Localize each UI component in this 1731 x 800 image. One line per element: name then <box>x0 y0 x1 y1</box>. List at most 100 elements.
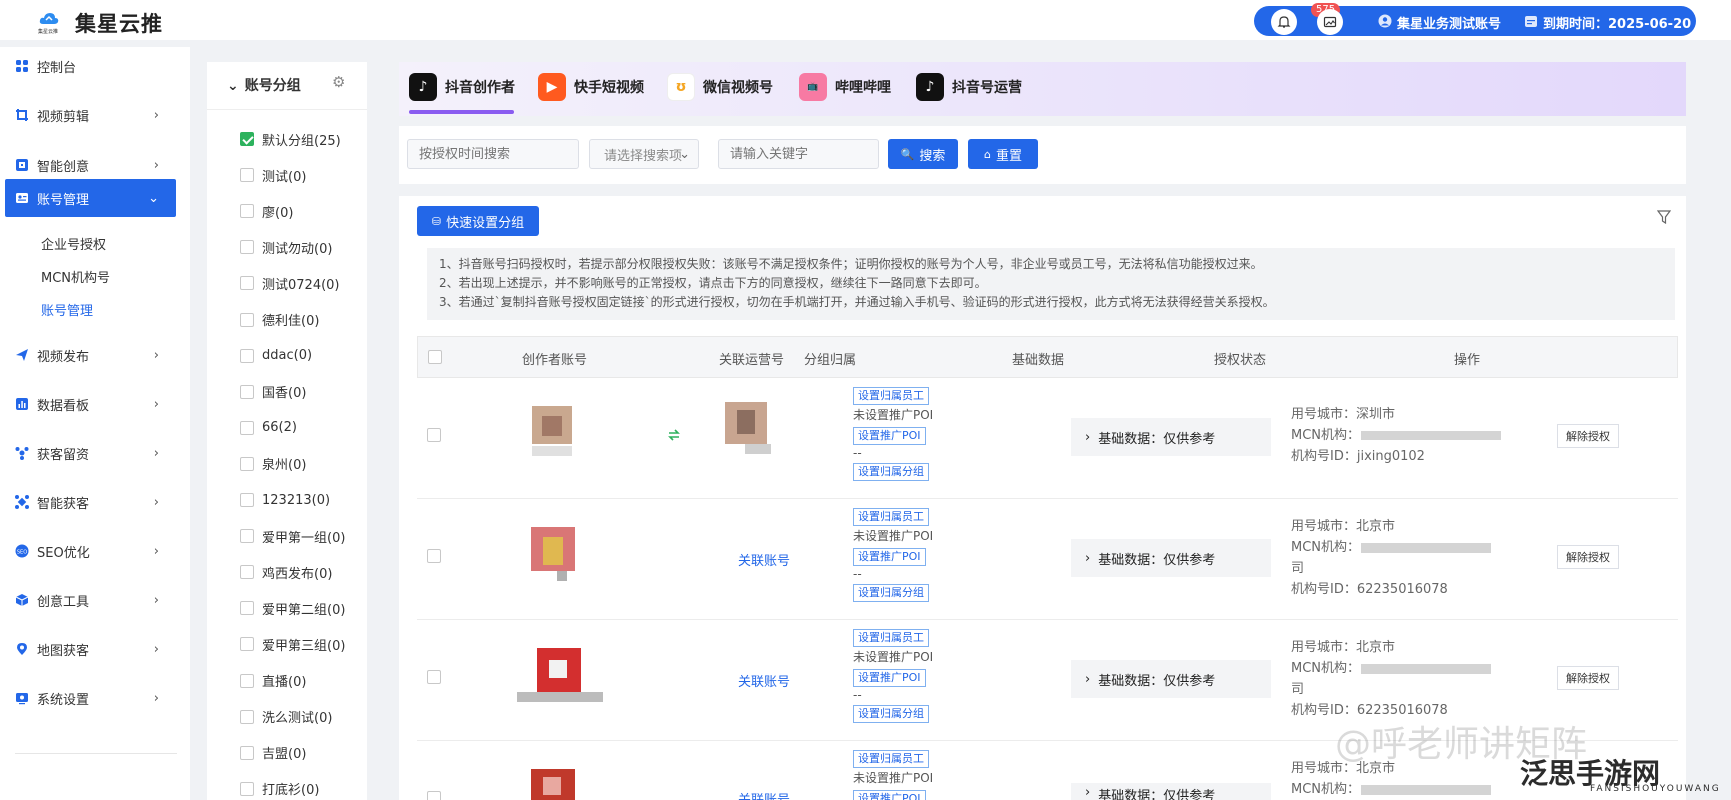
sidebar-item-lead-capture[interactable]: 获客留资 › <box>5 434 176 472</box>
set-group-button[interactable]: 设置归属分组 <box>853 584 929 602</box>
group-item[interactable]: 德利佳(0) <box>240 310 319 330</box>
row-checkbox[interactable] <box>427 549 441 563</box>
group-item[interactable]: 66(2) <box>240 418 297 438</box>
group-item[interactable]: 测试(0) <box>240 165 306 185</box>
group-checkbox[interactable] <box>240 240 254 255</box>
group-item[interactable]: 测试0724(0) <box>240 273 340 293</box>
group-item[interactable]: 鸡西发布(0) <box>240 562 332 582</box>
gear-icon[interactable]: ⚙ <box>332 73 345 91</box>
group-checkbox[interactable] <box>240 529 254 544</box>
notification-button[interactable]: 575 <box>1271 3 1341 35</box>
group-item[interactable]: 123213(0) <box>240 490 330 510</box>
group-checkbox[interactable] <box>240 709 254 724</box>
group-checkbox[interactable] <box>240 312 254 327</box>
search-button[interactable]: 🔍 搜索 <box>888 139 958 169</box>
group-item[interactable]: 国香(0) <box>240 382 306 402</box>
sidebar-subitem-account-management[interactable]: 账号管理 <box>41 300 93 319</box>
group-checkbox[interactable] <box>240 384 254 399</box>
group-checkbox[interactable] <box>240 348 254 363</box>
group-checkbox[interactable] <box>240 745 254 760</box>
group-checkbox[interactable] <box>240 781 254 796</box>
keyword-search-input[interactable] <box>718 139 879 169</box>
group-item[interactable]: 打底衫(0) <box>240 779 319 799</box>
group-checkbox[interactable] <box>240 276 254 291</box>
auth-time-search-input[interactable] <box>407 139 579 169</box>
group-checkbox[interactable] <box>240 456 254 471</box>
group-item[interactable]: 爱甲第二组(0) <box>240 598 345 618</box>
set-staff-button[interactable]: 设置归属员工 <box>853 629 929 647</box>
tab-kuaishou[interactable]: ▶ 快手短视频 <box>538 72 644 102</box>
group-checkbox[interactable] <box>240 565 254 580</box>
basic-data-toggle[interactable]: › 基础数据：仅供参考 <box>1071 418 1271 456</box>
quick-set-group-button[interactable]: ⛁ 快速设置分组 <box>417 206 539 236</box>
sidebar-item-video-publish[interactable]: 视频发布 › <box>5 336 176 374</box>
group-item[interactable]: 爱甲第一组(0) <box>240 526 345 546</box>
group-label: 直播(0) <box>262 675 307 690</box>
set-poi-button[interactable]: 设置推广POI <box>853 427 926 445</box>
calendar-icon <box>1525 16 1537 27</box>
sidebar-item-dashboard[interactable]: 控制台 <box>5 47 176 85</box>
sidebar-item-creative-tools[interactable]: 创意工具 › <box>5 581 176 619</box>
tab-douyin-creator[interactable]: ♪ 抖音创作者 <box>409 72 515 102</box>
sidebar-item-seo[interactable]: SEO SEO优化 › <box>5 532 176 570</box>
sidebar-item-smart-acquisition[interactable]: 智能获客 › <box>5 483 176 521</box>
row-checkbox[interactable] <box>427 428 441 442</box>
group-checkbox[interactable] <box>240 168 254 183</box>
filter-icon[interactable] <box>1657 210 1671 224</box>
sidebar-item-data-board[interactable]: 数据看板 › <box>5 385 176 423</box>
group-panel-header[interactable]: ⌄ 账号分组 <box>227 75 301 95</box>
row-checkbox[interactable] <box>427 670 441 684</box>
group-item[interactable]: 泉州(0) <box>240 454 306 474</box>
select-all-checkbox[interactable] <box>428 350 442 364</box>
set-staff-button[interactable]: 设置归属员工 <box>853 387 929 405</box>
tab-bilibili[interactable]: 📺 哔哩哔哩 <box>799 72 891 102</box>
group-item[interactable]: 廖(0) <box>240 201 293 221</box>
linked-account-link[interactable]: 关联账号 <box>738 550 790 569</box>
row-checkbox[interactable] <box>427 791 441 800</box>
group-item[interactable]: 默认分组(25) <box>240 129 341 149</box>
group-item[interactable]: ddac(0) <box>240 346 312 366</box>
set-staff-button[interactable]: 设置归属员工 <box>853 508 929 526</box>
group-checkbox[interactable] <box>240 132 254 146</box>
gallery-button[interactable] <box>1317 9 1343 35</box>
group-item[interactable]: 吉盟(0) <box>240 743 306 763</box>
poi-value: -- <box>853 688 862 702</box>
sidebar-item-system-settings[interactable]: 系统设置 › <box>5 679 176 717</box>
set-group-button[interactable]: 设置归属分组 <box>853 463 929 481</box>
group-checkbox[interactable] <box>240 420 254 435</box>
tab-wechat-channels[interactable]: ʊ 微信视频号 <box>667 72 773 102</box>
set-poi-button[interactable]: 设置推广POI <box>853 669 926 687</box>
set-staff-button[interactable]: 设置归属员工 <box>853 750 929 768</box>
group-item[interactable]: 爱甲第三组(0) <box>240 634 345 654</box>
group-checkbox[interactable] <box>240 493 254 507</box>
basic-data-toggle[interactable]: › 基础数据：仅供参考 <box>1071 660 1271 698</box>
set-poi-button[interactable]: 设置推广POI <box>853 548 926 566</box>
reset-button-label: 重置 <box>995 148 1022 164</box>
reset-button[interactable]: ⌂ 重置 <box>968 139 1038 169</box>
revoke-auth-button[interactable]: 解除授权 <box>1557 666 1619 690</box>
sidebar-item-label: 地图获客 <box>37 643 90 659</box>
group-item[interactable]: 洗么测试(0) <box>240 707 332 727</box>
sidebar-subitem-enterprise-auth[interactable]: 企业号授权 <box>41 234 106 253</box>
group-checkbox[interactable] <box>240 601 254 616</box>
group-item[interactable]: 测试勿动(0) <box>240 237 332 257</box>
sidebar-item-video-edit[interactable]: 视频剪辑 › <box>5 96 176 134</box>
chevron-right-icon: › <box>1085 429 1091 445</box>
group-checkbox[interactable] <box>240 673 254 688</box>
basic-data-toggle[interactable]: › 基础数据：仅供参考 <box>1071 783 1271 800</box>
group-checkbox[interactable] <box>240 637 254 652</box>
revoke-auth-button[interactable]: 解除授权 <box>1557 545 1619 569</box>
group-checkbox[interactable] <box>240 204 254 219</box>
sidebar-item-account-management[interactable]: 账号管理 ⌄ <box>5 179 176 217</box>
tab-douyin-operation[interactable]: ♪ 抖音号运营 <box>916 72 1022 102</box>
set-poi-button[interactable]: 设置推广POI <box>853 790 926 800</box>
group-item[interactable]: 直播(0) <box>240 671 306 691</box>
set-group-button[interactable]: 设置归属分组 <box>853 705 929 723</box>
sidebar-item-map-acquisition[interactable]: 地图获客 › <box>5 630 176 668</box>
linked-account-link[interactable]: 关联账号 <box>738 789 790 800</box>
basic-data-toggle[interactable]: › 基础数据：仅供参考 <box>1071 539 1271 577</box>
sidebar-subitem-mcn[interactable]: MCN机构号 <box>41 267 110 286</box>
revoke-auth-button[interactable]: 解除授权 <box>1557 424 1619 448</box>
linked-account-link[interactable]: 关联账号 <box>738 671 790 690</box>
search-field-select[interactable]: 请选择搜索项 ⌄ <box>589 139 699 169</box>
